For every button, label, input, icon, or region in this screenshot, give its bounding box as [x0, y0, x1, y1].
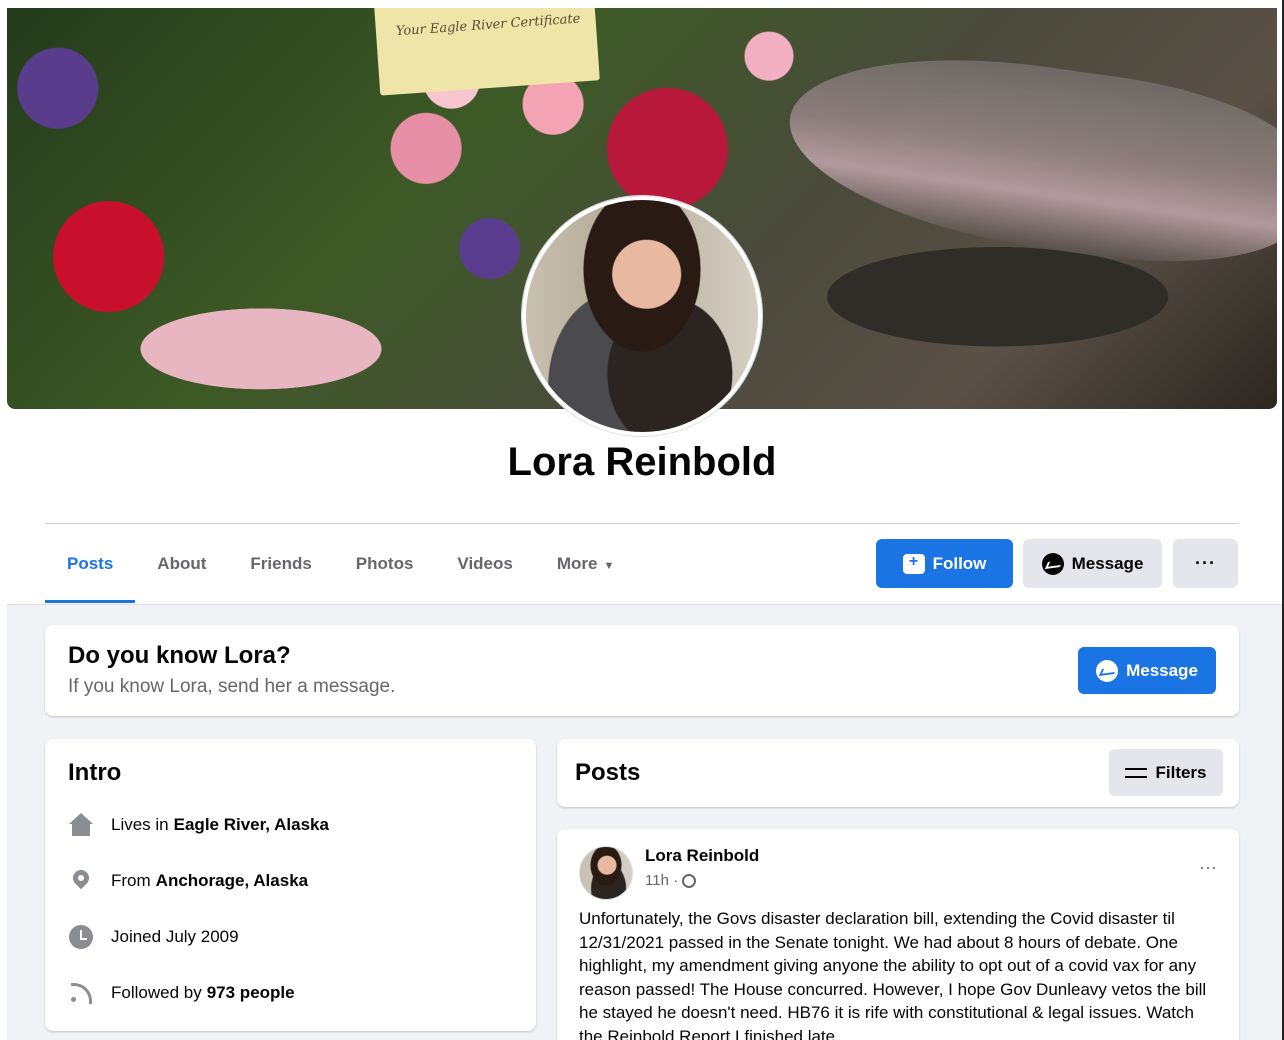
know-card-message-button[interactable]: Message	[1078, 647, 1216, 694]
intro-row-joined: Joined July 2009	[68, 924, 239, 950]
tab-videos-label: Videos	[457, 554, 513, 573]
intro-row-followers: Followed by 973 people	[68, 980, 295, 1006]
home-icon	[68, 813, 94, 837]
know-card: Do you know Lora? If you know Lora, send…	[45, 625, 1239, 716]
messenger-icon	[1096, 659, 1119, 682]
intro-row-lives: Lives in Eagle River, Alaska	[68, 812, 329, 838]
cover-fish-shape	[777, 32, 1277, 284]
cover-card: Your Eagle River Certificate	[374, 8, 600, 96]
clock-icon	[68, 925, 94, 949]
follow-button[interactable]: Follow	[876, 539, 1013, 588]
location-pin-icon	[68, 869, 94, 893]
post-more-button[interactable]: ···	[1199, 857, 1217, 878]
cover-card-text: Your Eagle River Certificate	[395, 11, 581, 40]
tab-posts-label: Posts	[67, 554, 114, 573]
tab-about-label: About	[157, 554, 207, 573]
tab-friends-label: Friends	[250, 554, 312, 573]
filters-label: Filters	[1155, 762, 1207, 782]
follow-button-label: Follow	[932, 553, 987, 573]
post-timestamp[interactable]: 11h ·	[645, 872, 678, 889]
know-card-title: Do you know Lora?	[68, 642, 291, 669]
intro-card: Intro Lives in Eagle River, Alaska From …	[45, 739, 536, 1031]
intro-row-from: From Anchorage, Alaska	[68, 868, 308, 894]
message-button-label: Message	[1071, 553, 1144, 573]
message-button[interactable]: Message	[1023, 539, 1162, 588]
header-divider	[45, 523, 1239, 524]
tab-about[interactable]: About	[135, 540, 228, 588]
tab-posts[interactable]: Posts	[45, 540, 136, 603]
post-meta: 11h ·	[645, 872, 697, 889]
posts-header-card: Posts Filters	[557, 739, 1239, 807]
caret-down-icon: ▼	[603, 560, 615, 572]
follow-plus-icon	[902, 553, 925, 574]
intro-followers-prefix: Followed by	[111, 983, 202, 1002]
tab-friends[interactable]: Friends	[228, 540, 333, 588]
intro-from-prefix: From	[111, 871, 151, 890]
intro-followers-value[interactable]: 973 people	[207, 983, 295, 1003]
tab-more[interactable]: More ▼	[535, 540, 637, 588]
messenger-icon	[1041, 552, 1064, 575]
intro-title: Intro	[68, 759, 122, 786]
post-author-name[interactable]: Lora Reinbold	[645, 846, 759, 866]
posts-header-title: Posts	[575, 759, 641, 786]
globe-icon	[682, 873, 697, 888]
tab-videos[interactable]: Videos	[435, 540, 534, 588]
intro-lives-value[interactable]: Eagle River, Alaska	[174, 815, 329, 835]
intro-from-value[interactable]: Anchorage, Alaska	[156, 871, 308, 891]
post-card: Lora Reinbold 11h · ··· Unfortunately, t…	[557, 829, 1239, 1040]
know-card-subtitle: If you know Lora, send her a message.	[68, 676, 396, 697]
tab-more-label: More	[556, 554, 598, 573]
tab-photos[interactable]: Photos	[334, 540, 436, 588]
filters-button[interactable]: Filters	[1109, 749, 1223, 796]
profile-tabs: Posts About Friends Photos Videos More ▼	[45, 540, 636, 604]
profile-avatar[interactable]	[522, 196, 762, 436]
intro-joined-text: Joined July 2009	[111, 927, 239, 946]
more-dots-icon: ···	[1195, 553, 1216, 573]
more-options-button[interactable]: ···	[1173, 539, 1238, 588]
post-author-avatar[interactable]	[579, 846, 633, 900]
profile-page: Your Eagle River Certificate Lora Reinbo…	[0, 0, 1284, 1040]
filters-icon	[1125, 766, 1148, 780]
post-text: Unfortunately, the Govs disaster declara…	[579, 909, 1207, 1040]
tab-photos-label: Photos	[355, 554, 414, 573]
profile-name: Lora Reinbold	[507, 440, 777, 484]
rss-icon	[68, 981, 94, 1005]
know-card-button-label: Message	[1126, 660, 1198, 680]
intro-lives-prefix: Lives in	[111, 815, 169, 834]
